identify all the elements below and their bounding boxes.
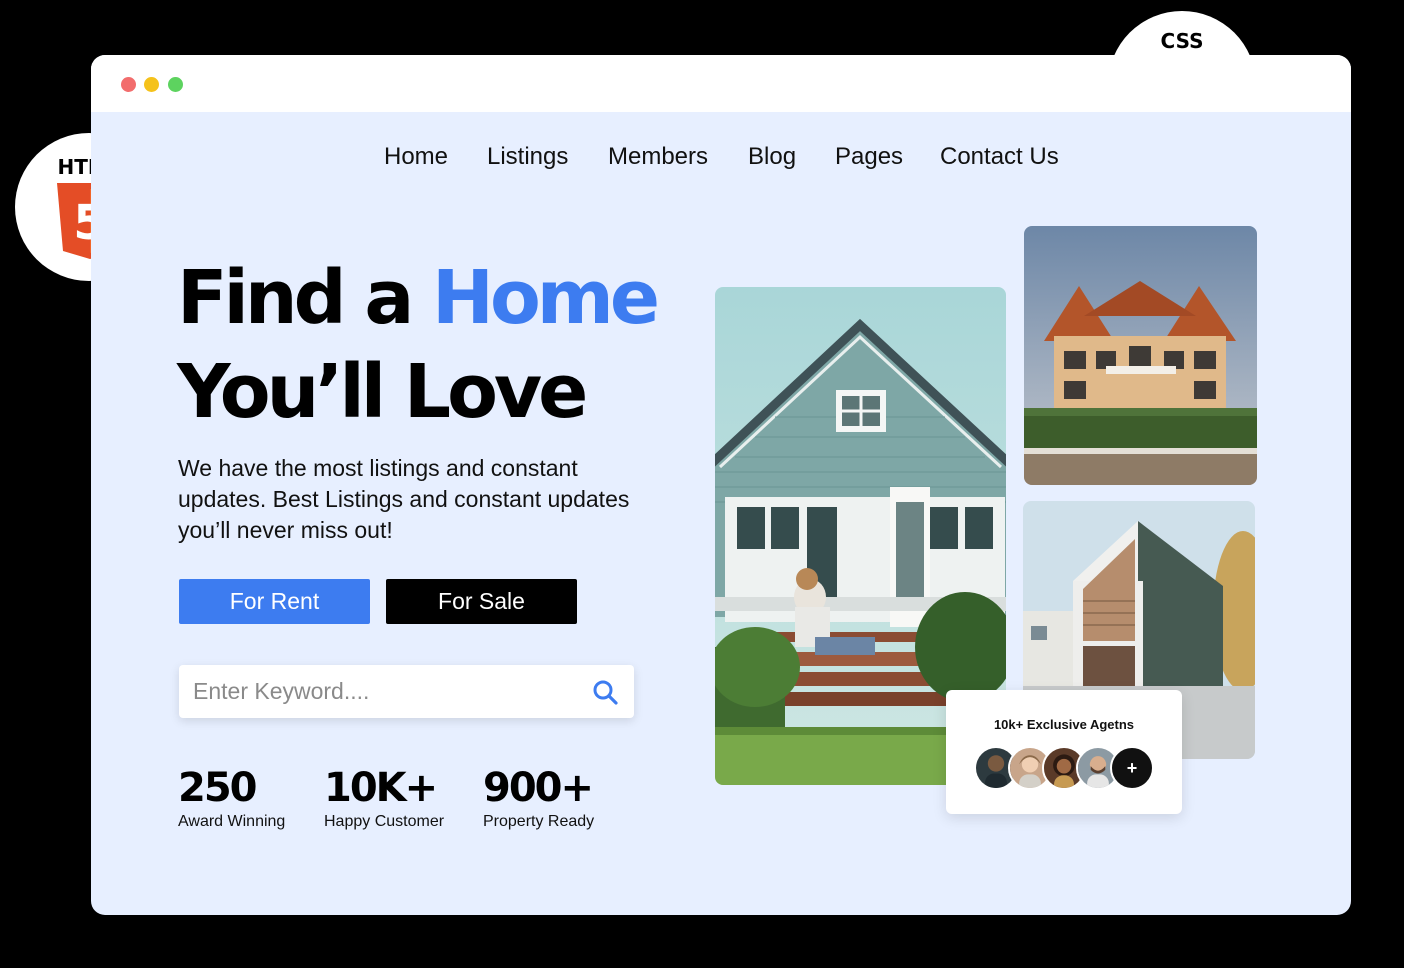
stat-award-winning: 250 Award Winning bbox=[178, 767, 285, 831]
nav-members[interactable]: Members bbox=[608, 143, 708, 171]
minimize-window-button[interactable] bbox=[144, 77, 159, 92]
exclusive-agents-card: 10k+ Exclusive Agetns + bbox=[946, 690, 1182, 814]
nav-blog[interactable]: Blog bbox=[748, 143, 796, 171]
window-titlebar bbox=[91, 55, 1351, 112]
stat-label: Property Ready bbox=[483, 813, 595, 830]
stat-value: 900+ bbox=[483, 765, 594, 811]
stat-label: Happy Customer bbox=[324, 813, 445, 830]
more-agents-button[interactable]: + bbox=[1110, 746, 1154, 790]
search-icon[interactable] bbox=[592, 679, 618, 705]
stat-happy-customer: 10K+ Happy Customer bbox=[324, 767, 444, 831]
hero-description: We have the most listings and constant u… bbox=[178, 455, 630, 543]
search-bar bbox=[179, 665, 634, 718]
nav-home[interactable]: Home bbox=[384, 143, 448, 171]
maximize-window-button[interactable] bbox=[168, 77, 183, 92]
nav-contact-us[interactable]: Contact Us bbox=[940, 143, 1059, 171]
stat-value: 10K+ bbox=[324, 765, 438, 811]
main-navigation: Home Listings Members Blog Pages Contact… bbox=[91, 143, 1351, 173]
keyword-search-input[interactable] bbox=[179, 665, 579, 718]
headline-line2: You’ll Love bbox=[177, 349, 588, 435]
manor-house-photo bbox=[1024, 226, 1257, 485]
headline-part1: Find a bbox=[177, 255, 433, 341]
close-window-button[interactable] bbox=[121, 77, 136, 92]
stat-property-ready: 900+ Property Ready bbox=[483, 767, 594, 831]
hero-headline: Find a Home You’ll Love bbox=[177, 251, 660, 439]
for-sale-button[interactable]: For Sale bbox=[386, 579, 577, 624]
agent-avatar-group: + bbox=[974, 746, 1154, 790]
headline-accent: Home bbox=[432, 255, 660, 341]
css-badge-label: CSS bbox=[1160, 29, 1204, 53]
nav-listings[interactable]: Listings bbox=[487, 143, 568, 171]
browser-window: Home Listings Members Blog Pages Contact… bbox=[91, 55, 1351, 915]
for-rent-button[interactable]: For Rent bbox=[179, 579, 370, 624]
nav-pages[interactable]: Pages bbox=[835, 143, 903, 171]
stat-value: 250 bbox=[178, 765, 258, 811]
stat-label: Award Winning bbox=[178, 813, 286, 830]
agents-card-title: 10k+ Exclusive Agetns bbox=[993, 717, 1135, 732]
